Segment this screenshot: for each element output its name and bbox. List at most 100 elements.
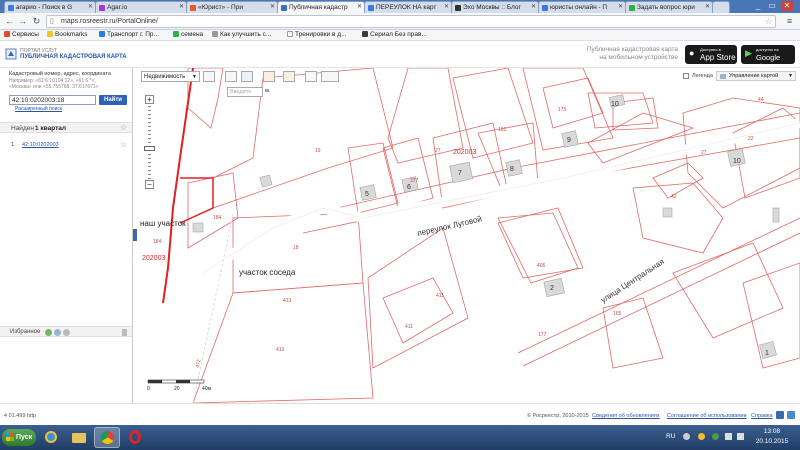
tab-favicon-icon	[368, 5, 374, 11]
terms-link[interactable]: Соглашение об использовании	[667, 413, 747, 419]
find-button[interactable]: Найти	[99, 95, 127, 105]
found-prefix: Найден	[11, 125, 34, 132]
found-count: 1 квартал	[35, 125, 67, 132]
chevron-down-icon: ▼	[192, 74, 197, 80]
close-tab-icon[interactable]: ✕	[705, 3, 710, 10]
language-indicator[interactable]: RU	[666, 433, 675, 440]
settings-icon[interactable]	[63, 329, 70, 336]
browser-tab[interactable]: агарио - Поиск в G ✕	[4, 1, 96, 13]
browser-tab[interactable]: «Юрист» - При ✕	[186, 1, 278, 13]
building-tool-icon[interactable]	[241, 71, 253, 82]
back-icon[interactable]: ←	[4, 15, 15, 27]
browser-tab[interactable]: ПЕРЕУЛОК НА карт ✕	[364, 1, 452, 13]
bookmark-item[interactable]: Транспорт г. Пр...	[99, 31, 159, 38]
zoom-in-button[interactable]: +	[145, 95, 154, 104]
parcel-number: 19	[315, 148, 321, 154]
parcel-number: 406	[537, 263, 546, 269]
map-canvas[interactable]: 5 6 7 8 9 10 10 2 1 19 27 161 175 44 22 …	[133, 68, 800, 403]
bookmark-item[interactable]: Сериал Без прав...	[362, 31, 427, 38]
close-tab-icon[interactable]: ✕	[531, 3, 536, 10]
parcel-number: 27	[701, 150, 707, 156]
start-button[interactable]: Пуск	[2, 429, 36, 446]
maximize-window-icon[interactable]: ▭	[766, 1, 778, 11]
updates-link[interactable]: Сведения об обновлениях	[592, 413, 660, 419]
film-icon	[362, 31, 368, 37]
bookmark-item[interactable]: Как улучшить с...	[212, 31, 271, 38]
network-icon[interactable]	[725, 433, 732, 440]
chevron-down-icon: ▼	[788, 73, 793, 79]
legend-checkbox[interactable]	[683, 73, 689, 79]
menu-icon[interactable]: ≡	[784, 15, 795, 27]
vk-icon[interactable]	[776, 411, 784, 419]
close-window-icon[interactable]: ✕	[781, 1, 793, 11]
zoom-slider-handle[interactable]	[144, 146, 155, 151]
parcel-number: 27	[435, 148, 441, 154]
folder-icon[interactable]	[54, 329, 61, 336]
zoom-out-button[interactable]: −	[145, 180, 154, 189]
bookmark-item[interactable]: Сервисы	[4, 31, 39, 38]
map-control-button[interactable]: Управление картой ▼	[716, 71, 796, 81]
parcel-number: 184	[213, 215, 222, 221]
app-store-button[interactable]: ● Доступно в App Store	[685, 45, 737, 64]
browser-tab[interactable]: Эхо Москвы :: Блог ✕	[451, 1, 539, 13]
zoom-slider-track[interactable]	[148, 106, 151, 181]
close-tab-icon[interactable]: ✕	[444, 3, 449, 10]
twitter-icon[interactable]	[787, 411, 795, 419]
help-link[interactable]: Справка	[751, 413, 773, 419]
ie-taskbar-button[interactable]	[38, 427, 64, 448]
query-tool-icon[interactable]	[203, 71, 215, 82]
leaf-icon	[173, 31, 179, 37]
tray-icon[interactable]	[712, 433, 719, 440]
reload-icon[interactable]: ↻	[31, 15, 42, 27]
browser-tab-strip: агарио - Поиск в G ✕ Agar.io ✕ «Юрист» - П…	[0, 0, 800, 13]
our-plot-label: наш участок	[140, 219, 186, 228]
star-icon[interactable]: ☆	[120, 140, 127, 149]
browser-tab-active[interactable]: Публичная кадастр ✕	[277, 1, 365, 13]
forward-icon[interactable]: →	[17, 15, 28, 27]
chart-tool-icon[interactable]	[263, 71, 275, 82]
map-control-label: Управление картой	[729, 73, 779, 79]
print-icon[interactable]	[305, 71, 317, 82]
new-tab-button[interactable]	[712, 1, 730, 13]
browser-tab[interactable]: Agar.io ✕	[95, 1, 187, 13]
close-tab-icon[interactable]: ✕	[618, 3, 623, 10]
close-tab-icon[interactable]: ✕	[179, 3, 184, 10]
explorer-taskbar-button[interactable]	[66, 427, 92, 448]
tray-icon[interactable]	[698, 433, 705, 440]
building-number: 10	[733, 158, 741, 165]
bookmark-item[interactable]: Тренировки в д...	[287, 31, 347, 38]
search-hint-title: Кадастровый номер, адрес, координата	[9, 71, 111, 77]
search-input[interactable]: 42:10:0202003:18	[9, 95, 96, 105]
close-tab-icon[interactable]: ✕	[357, 3, 362, 10]
close-tab-icon[interactable]: ✕	[88, 3, 93, 10]
star-icon[interactable]: ☆	[120, 123, 127, 132]
layer-select[interactable]: Недвижимость ▼	[141, 71, 200, 82]
tab-favicon-icon	[190, 5, 196, 11]
bookmark-item[interactable]: Bookmarks	[47, 31, 88, 38]
add-favorite-icon[interactable]	[45, 329, 52, 336]
clock-date[interactable]: 20.10.2015	[750, 438, 794, 445]
search-panel: Кадастровый номер, адрес, координата Нап…	[0, 68, 133, 403]
delete-icon[interactable]	[122, 329, 127, 336]
volume-icon[interactable]	[737, 433, 744, 440]
measure-tool-icon[interactable]	[225, 71, 237, 82]
address-bar[interactable]: ▯ maps.rosreestr.ru/PortalOnline/ ☆	[46, 15, 776, 28]
advanced-search-link[interactable]: Расширенный поиск	[15, 106, 62, 112]
cadastral-map[interactable]: 5 6 7 8 9 10 10 2 1 19 27 161 175 44 22 …	[133, 68, 800, 403]
browser-tab[interactable]: юристы онлайн - П ✕	[538, 1, 626, 13]
result-link[interactable]: 42:10:0202003	[22, 142, 59, 148]
google-play-button[interactable]: ▶ доступно на Google play	[741, 45, 795, 71]
clock-time[interactable]: 13:08	[752, 428, 792, 435]
wrench-icon[interactable]	[321, 71, 339, 82]
opera-taskbar-button[interactable]	[122, 427, 148, 448]
bookmark-item[interactable]: семена	[173, 31, 203, 38]
scale-input[interactable]: Введите	[227, 87, 263, 97]
home-tool-icon[interactable]	[283, 71, 295, 82]
minimize-window-icon[interactable]: _	[752, 1, 764, 11]
tray-icon[interactable]	[683, 433, 690, 440]
browser-tab[interactable]: Задать вопрос юри ✕	[625, 1, 713, 13]
chrome-taskbar-button[interactable]	[94, 427, 120, 448]
star-icon[interactable]: ☆	[765, 16, 772, 28]
collapse-panel-icon[interactable]	[133, 229, 137, 241]
close-tab-icon[interactable]: ✕	[270, 3, 275, 10]
